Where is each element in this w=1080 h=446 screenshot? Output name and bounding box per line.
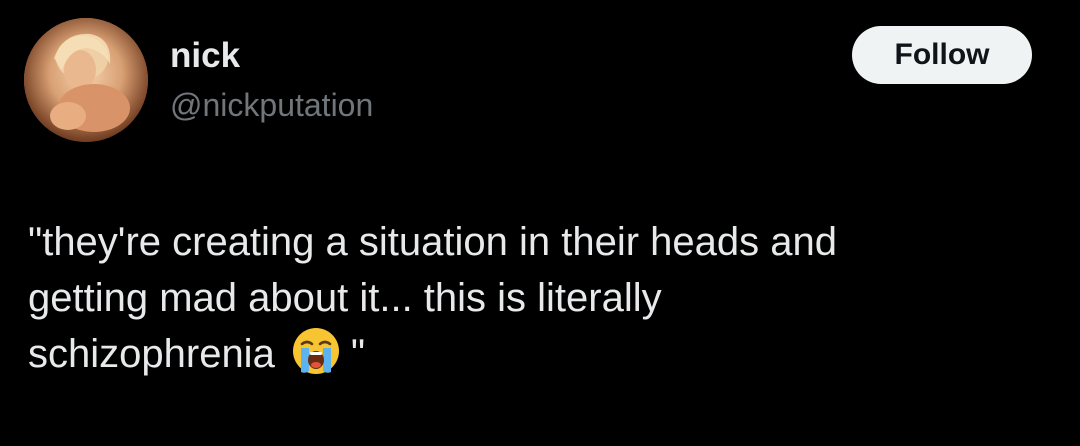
follow-button[interactable]: Follow (852, 26, 1032, 84)
avatar-photo-icon (24, 18, 148, 142)
loudly-crying-face-icon (291, 326, 341, 376)
tweet-text-line: getting mad about it... this is literall… (28, 276, 662, 320)
tweet-text-line: schizophrenia " (28, 326, 1058, 382)
tweet-text-line: "they're creating a situation in their h… (28, 220, 838, 264)
display-name[interactable]: nick (170, 36, 240, 76)
follow-button-label: Follow (894, 38, 990, 71)
tweet-text: "they're creating a situation in their h… (28, 214, 1058, 382)
avatar[interactable] (24, 18, 148, 142)
tweet-text-segment: schizophrenia (28, 332, 275, 376)
user-handle[interactable]: @nickputation (170, 86, 373, 124)
tweet-card: nick @nickputation Follow "they're creat… (0, 0, 1080, 446)
closing-quote: " (350, 332, 366, 376)
